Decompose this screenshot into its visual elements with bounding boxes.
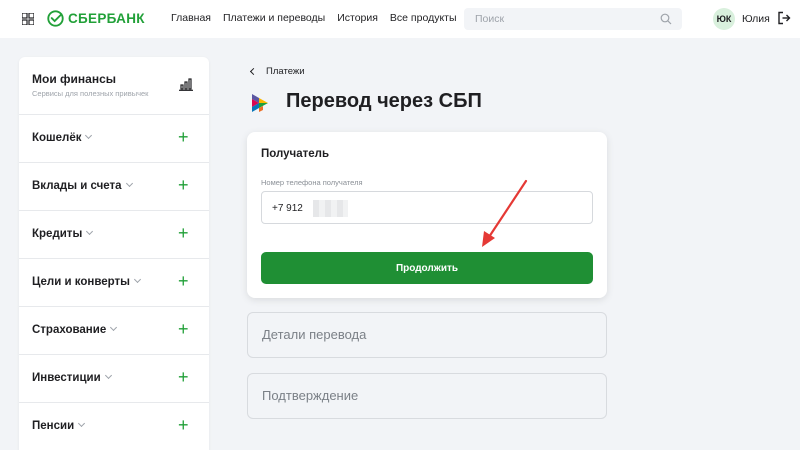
plus-icon[interactable]: + [178,272,189,290]
apps-grid-icon[interactable] [22,13,34,25]
nav-item-all-products[interactable]: Все продукты [390,12,457,24]
plus-icon[interactable]: + [178,176,189,194]
sbp-logo-icon [252,94,268,112]
page-title: Перевод через СБП [286,90,482,112]
sidebar-item-insurance[interactable]: Страхование + [19,307,209,355]
breadcrumb[interactable]: Платежи [248,66,305,77]
recipient-card-title: Получатель [261,148,330,160]
sidebar-item-label: Кошелёк [32,132,82,144]
sidebar-header: Мои финансы Сервисы для полезных привыче… [19,57,209,115]
chevron-down-icon [133,275,142,284]
recipient-card: Получатель Номер телефона получателя +7 … [247,132,607,298]
plus-icon[interactable]: + [178,320,189,338]
nav-item-home[interactable]: Главная [171,12,211,24]
main-nav: Главная Платежи и переводы История Все п… [171,12,469,24]
nav-item-history[interactable]: История [337,12,378,24]
sber-logo-icon [47,10,64,27]
plus-icon[interactable]: + [178,224,189,242]
logo-text: СБЕРБАНК [68,11,145,26]
step-confirmation: Подтверждение [247,373,607,419]
plus-icon[interactable]: + [178,368,189,386]
sidebar-item-label: Инвестиции [32,372,101,384]
search-placeholder: Поиск [475,13,505,25]
phone-input-value: +7 912 [272,203,303,214]
chevron-left-icon [249,67,258,76]
continue-button[interactable]: Продолжить [261,252,593,284]
chevron-down-icon [85,131,93,140]
top-header: СБЕРБАНК Главная Платежи и переводы Исто… [0,0,800,38]
plus-icon[interactable]: + [178,128,189,146]
sidebar-subtitle: Сервисы для полезных привычек [32,89,149,98]
sidebar-item-label: Кредиты [32,228,83,240]
chevron-down-icon [110,323,118,332]
step-label: Подтверждение [262,388,359,403]
chevron-down-icon [86,227,94,236]
sidebar-item-investments[interactable]: Инвестиции + [19,355,209,403]
phone-input[interactable]: +7 912 [261,191,593,224]
sidebar-title: Мои финансы [32,72,117,86]
nav-item-payments[interactable]: Платежи и переводы [223,12,325,24]
chevron-down-icon [125,179,133,188]
sidebar-item-label: Вклады и счета [32,180,122,192]
plus-icon[interactable]: + [178,416,189,434]
search-input[interactable]: Поиск [464,8,682,30]
bar-chart-icon[interactable] [179,78,193,91]
step-label: Детали перевода [262,327,367,342]
sidebar-item-label: Пенсии [32,420,75,432]
sidebar-item-wallet[interactable]: Кошелёк + [19,115,209,163]
sidebar-item-pensions[interactable]: Пенсии + [19,403,209,450]
chevron-down-icon [104,371,112,380]
logout-icon[interactable] [777,11,791,25]
user-avatar[interactable]: ЮК [713,8,735,30]
finance-sidebar: Мои финансы Сервисы для полезных привыче… [19,57,209,450]
user-name[interactable]: Юлия [742,13,770,25]
sidebar-item-label: Страхование [32,324,107,336]
chevron-down-icon [78,419,86,428]
search-icon [660,13,672,25]
sidebar-item-credits[interactable]: Кредиты + [19,211,209,259]
sidebar-item-label: Цели и конверты [32,276,130,288]
redacted-digits [313,200,348,217]
sberbank-logo[interactable]: СБЕРБАНК [47,10,145,27]
step-transfer-details: Детали перевода [247,312,607,358]
phone-field-label: Номер телефона получателя [261,178,363,187]
sidebar-item-goals[interactable]: Цели и конверты + [19,259,209,307]
sidebar-item-deposits[interactable]: Вклады и счета + [19,163,209,211]
red-arrow-annotation [482,179,528,247]
breadcrumb-label: Платежи [266,66,305,77]
